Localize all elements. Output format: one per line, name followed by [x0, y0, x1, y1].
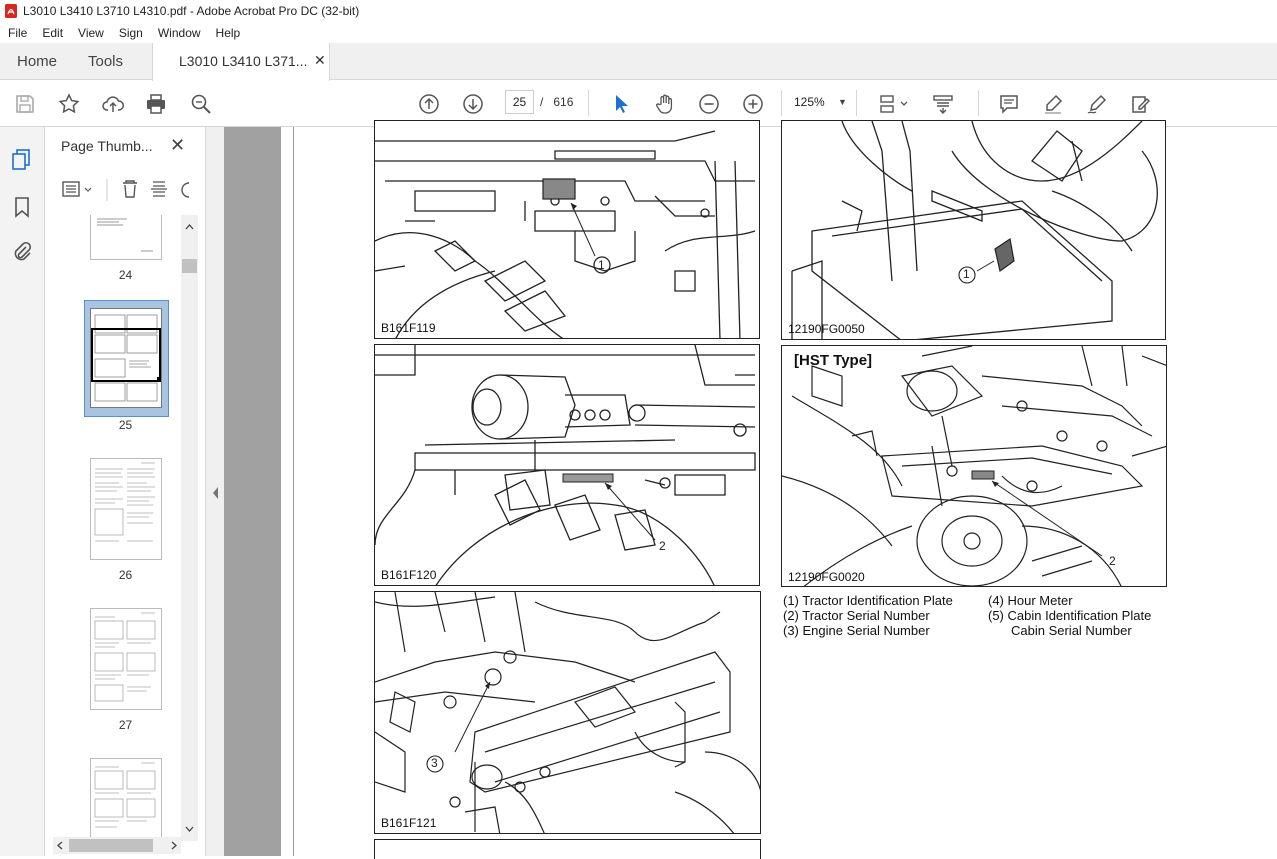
figure-caption: B161F120	[381, 568, 437, 582]
toolbar-divider	[856, 90, 857, 116]
figure-caption: B161F121	[381, 816, 437, 830]
figure-caption: 12190FG0050	[788, 322, 865, 336]
callout-number: 1	[598, 258, 605, 272]
zoom-out-icon[interactable]	[696, 91, 722, 117]
page-down-icon[interactable]	[460, 91, 486, 117]
figure-b161f120: 2 B161F120	[374, 344, 760, 586]
upload-icon[interactable]	[100, 91, 126, 117]
extract-pages-icon[interactable]	[151, 181, 167, 197]
tab-home[interactable]: Home	[17, 43, 57, 80]
callout-number: 2	[1109, 554, 1116, 568]
page-thumbnails-panel: Page Thumb... ✕ 24 25 26 27	[45, 127, 206, 856]
thumbnail-label: 25	[118, 418, 133, 432]
tab-bar: Home Tools L3010 L3410 L371... ✕	[0, 43, 1277, 81]
thumbnail-vertical-scrollbar[interactable]	[181, 215, 198, 841]
thumbnail-label: 27	[118, 718, 133, 732]
sign-pen-icon[interactable]	[1084, 91, 1110, 117]
thumbnail-page-24[interactable]	[90, 215, 162, 260]
toolbar-divider	[588, 90, 589, 116]
legend-item: (2) Tractor Serial Number	[783, 608, 930, 623]
chevron-down-icon: ▼	[838, 97, 847, 107]
menu-file[interactable]: File	[0, 26, 34, 40]
legend: (1) Tractor Identification Plate (2) Tra…	[783, 593, 1173, 643]
page-total: / 616	[540, 95, 573, 109]
delete-icon[interactable]	[123, 180, 137, 198]
legend-item: (4) Hour Meter	[988, 593, 1073, 608]
page-thumbnails-icon[interactable]	[10, 147, 34, 171]
title-bar: L3010 L3410 L3710 L4310.pdf - Adobe Acro…	[0, 0, 1277, 22]
toolbar-divider	[781, 90, 782, 116]
page-separator: /	[540, 95, 544, 109]
edit-pdf-icon[interactable]	[1128, 91, 1154, 117]
tab-tools[interactable]: Tools	[88, 43, 123, 80]
figure-caption: B161F119	[381, 321, 436, 335]
callout-number: 2	[659, 539, 666, 553]
rotate-icon[interactable]	[181, 182, 190, 198]
acrobat-icon	[5, 4, 17, 18]
select-cursor-icon[interactable]	[608, 91, 634, 117]
zoom-in-icon[interactable]	[740, 91, 766, 117]
options-menu-icon[interactable]	[62, 181, 92, 197]
zoom-value: 125%	[794, 95, 825, 109]
save-icon[interactable]	[12, 91, 38, 117]
legend-item: (5) Cabin Identification Plate	[988, 608, 1152, 623]
legend-item: (1) Tractor Identification Plate	[783, 593, 953, 608]
thumbnail-page-27[interactable]	[90, 608, 162, 710]
legend-item: (3) Engine Serial Number	[783, 623, 930, 638]
figure-heading: [HST Type]	[794, 352, 873, 369]
figure-b161f121: 3 B161F121	[374, 591, 761, 834]
menu-view[interactable]: View	[70, 26, 111, 40]
close-panel-icon[interactable]: ✕	[170, 135, 185, 156]
zoom-select[interactable]: 125% ▼	[784, 90, 856, 114]
collapse-panel-handle[interactable]	[206, 127, 224, 856]
print-icon[interactable]	[143, 91, 169, 117]
figure-12190fg0050: 1 12190FG0050	[781, 120, 1166, 340]
thumbnail-list: 24 25 26 27	[45, 215, 182, 837]
left-rail	[0, 127, 45, 856]
callout-number: 1	[963, 267, 970, 281]
menu-help[interactable]: Help	[208, 26, 248, 40]
star-icon[interactable]	[56, 91, 82, 117]
scroll-mode-icon[interactable]	[930, 91, 956, 117]
close-tab-icon[interactable]: ✕	[314, 52, 326, 69]
document-background	[224, 127, 281, 856]
callout-number: 3	[431, 756, 438, 770]
menu-window[interactable]: Window	[150, 26, 208, 40]
thumbnail-page-26[interactable]	[90, 458, 162, 560]
figure-caption: 12190FG0020	[788, 570, 865, 584]
thumbnail-page-25[interactable]	[90, 308, 162, 408]
comment-icon[interactable]	[996, 91, 1022, 117]
fit-page-icon[interactable]	[876, 91, 910, 117]
figure-next-partial	[374, 839, 761, 859]
menu-edit[interactable]: Edit	[34, 26, 70, 40]
hand-icon[interactable]	[652, 91, 678, 117]
panel-toolbar	[62, 179, 190, 201]
thumbnail-label: 26	[118, 568, 133, 582]
thumbnail-label: 24	[118, 268, 133, 282]
page-edge	[293, 127, 294, 856]
menu-bar: File Edit View Sign Window Help	[0, 22, 1277, 43]
zoom-search-icon[interactable]	[188, 91, 214, 117]
bookmark-icon[interactable]	[10, 195, 34, 219]
page-total-value: 616	[553, 95, 574, 109]
attachment-icon[interactable]	[10, 240, 34, 264]
highlight-icon[interactable]	[1040, 91, 1066, 117]
toolbar-divider	[978, 90, 979, 116]
tab-document[interactable]: L3010 L3410 L371... ✕	[152, 43, 330, 81]
legend-item: Cabin Serial Number	[1011, 623, 1132, 638]
panel-title: Page Thumb...	[61, 138, 153, 154]
page-up-icon[interactable]	[416, 91, 442, 117]
thumbnail-page-28[interactable]	[90, 758, 162, 837]
figure-b161f119: 1 B161F119	[374, 120, 760, 339]
tab-document-label: L3010 L3410 L371...	[179, 53, 308, 69]
figure-12190fg0020: [HST Type] 2 12190FG0020	[781, 345, 1167, 587]
menu-sign[interactable]: Sign	[111, 26, 150, 40]
window-title: L3010 L3410 L3710 L4310.pdf - Adobe Acro…	[23, 4, 360, 18]
thumbnail-horizontal-scrollbar[interactable]	[53, 837, 181, 854]
page-number-input[interactable]: 25	[505, 90, 534, 114]
